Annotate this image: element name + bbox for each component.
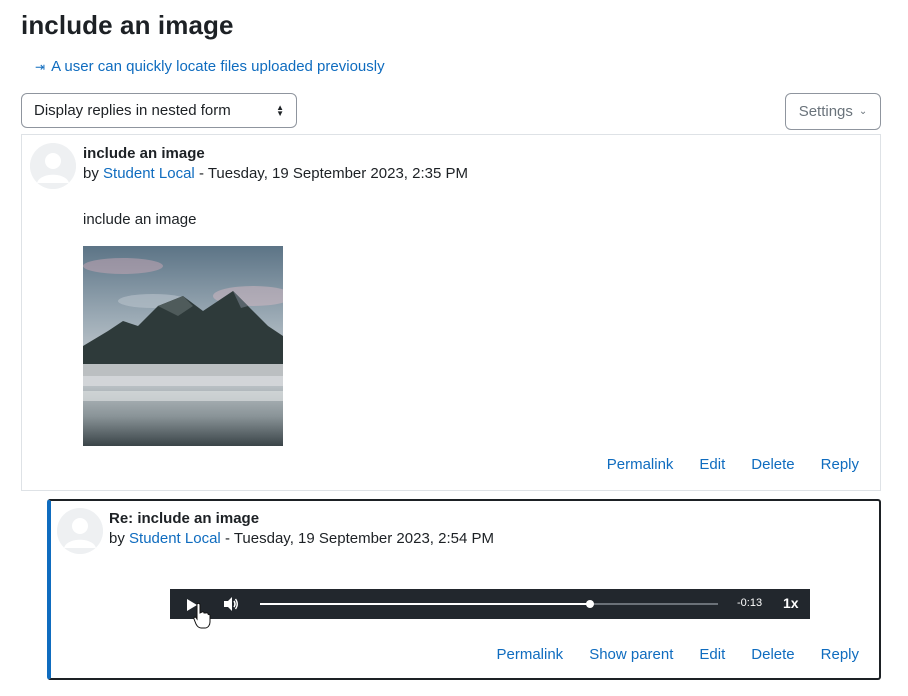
volume-button[interactable] bbox=[223, 597, 239, 616]
reply-link[interactable]: Reply bbox=[821, 456, 859, 473]
post-byline: by Student Local - Tuesday, 19 September… bbox=[109, 530, 494, 547]
mountain-landscape-image bbox=[83, 246, 293, 446]
display-mode-value: Display replies in nested form bbox=[34, 102, 231, 119]
select-caret-icon: ▲ ▼ bbox=[276, 102, 284, 118]
playback-speed-button[interactable]: 1x bbox=[783, 595, 799, 611]
seek-bar[interactable] bbox=[260, 600, 718, 608]
delete-link[interactable]: Delete bbox=[751, 646, 794, 663]
display-mode-select[interactable]: Display replies in nested form ▲ ▼ bbox=[21, 93, 297, 128]
settings-label: Settings bbox=[798, 103, 853, 120]
edit-link[interactable]: Edit bbox=[699, 646, 725, 663]
arrow-right-icon: ⇥ bbox=[35, 59, 46, 74]
seek-handle[interactable] bbox=[585, 600, 594, 608]
post-date: - Tuesday, 19 September 2023, 2:35 PM bbox=[198, 165, 468, 182]
show-parent-link[interactable]: Show parent bbox=[589, 646, 673, 663]
activity-nav-link-label: A user can quickly locate files uploaded… bbox=[51, 58, 385, 75]
byline-prefix: by bbox=[109, 530, 125, 547]
page-title: include an image bbox=[21, 10, 234, 40]
byline-prefix: by bbox=[83, 165, 99, 182]
chevron-down-icon: ⌄ bbox=[858, 106, 868, 117]
author-link[interactable]: Student Local bbox=[129, 530, 221, 547]
post-actions: Permalink Edit Delete Reply bbox=[607, 456, 859, 473]
author-link[interactable]: Student Local bbox=[103, 165, 195, 182]
delete-link[interactable]: Delete bbox=[751, 456, 794, 473]
post-body-text: include an image bbox=[83, 211, 197, 228]
post-subject: Re: include an image bbox=[109, 510, 260, 527]
seek-bar-fill bbox=[260, 603, 590, 605]
edit-link[interactable]: Edit bbox=[699, 456, 725, 473]
avatar[interactable] bbox=[30, 143, 76, 189]
post-subject: include an image bbox=[83, 145, 205, 162]
time-remaining: -0:13 bbox=[737, 597, 763, 609]
permalink-link[interactable]: Permalink bbox=[607, 456, 674, 473]
forum-post: include an image by Student Local - Tues… bbox=[21, 134, 881, 491]
media-player: -0:13 1x bbox=[170, 589, 810, 619]
avatar[interactable] bbox=[57, 508, 103, 554]
post-date: - Tuesday, 19 September 2023, 2:54 PM bbox=[224, 530, 494, 547]
permalink-link[interactable]: Permalink bbox=[497, 646, 564, 663]
activity-nav-link[interactable]: ⇥ A user can quickly locate files upload… bbox=[35, 58, 385, 75]
reply-link[interactable]: Reply bbox=[821, 646, 859, 663]
volume-icon bbox=[224, 597, 238, 611]
post-byline: by Student Local - Tuesday, 19 September… bbox=[83, 165, 468, 182]
mouse-cursor-icon bbox=[193, 602, 211, 634]
post-actions: Permalink Show parent Edit Delete Reply bbox=[497, 646, 860, 663]
settings-button[interactable]: Settings ⌄ bbox=[785, 93, 881, 130]
